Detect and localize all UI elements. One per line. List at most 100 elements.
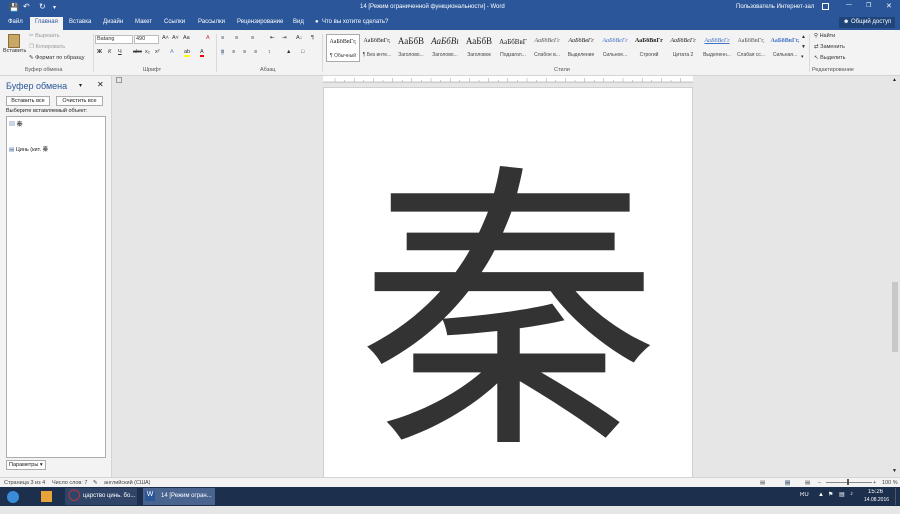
paste-all-button[interactable]: Вставить все <box>6 96 50 106</box>
tab-view[interactable]: Вид <box>293 19 304 25</box>
bullets-icon[interactable]: ≡ <box>221 35 224 41</box>
style-heading2[interactable]: АаБбВı Заголово... <box>428 34 462 62</box>
media-player-icon[interactable] <box>40 488 55 505</box>
save-icon[interactable]: 💾 <box>9 3 19 12</box>
find-button[interactable]: ⚲ Найти <box>814 33 835 39</box>
vertical-scrollbar[interactable]: ▲ ▼ <box>890 76 900 477</box>
copy-button[interactable]: ❐ Копировать <box>29 44 65 50</box>
flag-icon[interactable]: ⚑ <box>828 491 833 508</box>
replace-button[interactable]: ⇄ Заменить <box>814 44 845 50</box>
bold-icon[interactable]: Ж <box>97 49 102 55</box>
borders-icon[interactable]: □ <box>301 49 304 55</box>
clear-all-button[interactable]: Очистить все <box>56 96 103 106</box>
clear-format-icon[interactable]: A <box>206 35 210 41</box>
style-subtitle[interactable]: АаБбВвГ Подзагол... <box>496 34 530 62</box>
maximize-icon[interactable]: ❐ <box>866 2 871 9</box>
paste-button[interactable]: Вставить <box>3 34 26 62</box>
tab-file[interactable]: Файл <box>8 19 23 25</box>
minimize-icon[interactable]: — <box>846 2 852 8</box>
style-subtle-reference[interactable]: АаБбВвГг, Слабая сс... <box>734 34 768 62</box>
highlight-icon[interactable]: ab <box>184 49 191 57</box>
tab-mailings[interactable]: Рассылки <box>198 19 225 25</box>
page-count[interactable]: Страница 3 из 4 <box>4 480 45 486</box>
shrink-font-icon[interactable]: A˅ <box>172 35 179 41</box>
style-subtle-emphasis[interactable]: АаБбВеГг Слабое в... <box>530 34 564 62</box>
justify-icon[interactable]: ≡ <box>254 49 257 55</box>
zoom-out-icon[interactable]: – <box>818 480 821 486</box>
align-right-icon[interactable]: ≡ <box>243 49 246 55</box>
print-layout-icon[interactable]: ▤ <box>785 480 791 486</box>
multilevel-icon[interactable]: ≡ <box>251 35 254 41</box>
close-icon[interactable]: ✕ <box>886 2 892 10</box>
qat-dropdown-icon[interactable]: ▾ <box>53 4 56 11</box>
network-icon[interactable]: ▤ <box>839 491 845 508</box>
font-name-select[interactable]: Batang <box>95 35 133 44</box>
styles-scroll-up-icon[interactable]: ▲ <box>801 34 806 40</box>
scroll-up-icon[interactable]: ▲ <box>892 77 897 83</box>
user-name[interactable]: Пользователь Интернет-зал <box>736 4 814 10</box>
style-quote2[interactable]: АаБбВеГг Цитата 2 <box>666 34 700 62</box>
tab-references[interactable]: Ссылки <box>164 19 185 25</box>
zoom-thumb[interactable] <box>847 479 849 485</box>
grow-font-icon[interactable]: A˄ <box>162 35 169 41</box>
cut-button[interactable]: ✂ Вырезать <box>29 33 60 39</box>
horizontal-ruler[interactable] <box>323 76 693 83</box>
select-button[interactable]: ↖ Выделить <box>814 55 846 61</box>
proofing-icon[interactable]: ✎ <box>93 480 98 486</box>
subscript-icon[interactable]: x₂ <box>145 49 150 55</box>
scroll-down-icon[interactable]: ▼ <box>892 468 897 474</box>
ruler-toggle-icon[interactable] <box>116 77 122 83</box>
document-page[interactable]: 秦 <box>323 87 693 489</box>
underline-icon[interactable]: Ч <box>118 49 122 55</box>
zoom-level[interactable]: 100 % <box>882 480 898 486</box>
redo-icon[interactable]: ↻ <box>39 2 46 11</box>
style-no-spacing[interactable]: АаБбВвГг, ¶ Без инте... <box>360 34 394 62</box>
text-effects-icon[interactable]: A <box>170 49 174 55</box>
strikethrough-icon[interactable]: abc <box>133 49 142 55</box>
tray-arrow-icon[interactable]: ▲ <box>818 492 824 509</box>
pane-options-icon[interactable]: ▾ <box>79 82 82 89</box>
read-mode-icon[interactable]: ▤ <box>760 480 765 486</box>
font-color-icon[interactable]: A <box>200 49 204 57</box>
taskbar-browser[interactable]: ◯ царство цинь. бо... <box>65 488 137 505</box>
styles-scroll-down-icon[interactable]: ▼ <box>801 44 806 50</box>
language[interactable]: английский (США) <box>104 480 151 486</box>
style-normal[interactable]: АаБбВвГг, ¶ Обычный <box>326 34 360 62</box>
shading-icon[interactable]: ▲ <box>286 49 291 55</box>
volume-icon[interactable]: ♪ <box>850 491 853 508</box>
font-size-select[interactable]: 490 <box>134 35 159 44</box>
sort-icon[interactable]: A↓ <box>296 35 302 41</box>
increase-indent-icon[interactable]: ⇥ <box>282 35 287 41</box>
tab-review[interactable]: Рецензирование <box>237 19 283 25</box>
decrease-indent-icon[interactable]: ⇤ <box>270 35 275 41</box>
pane-close-icon[interactable]: ✕ <box>97 80 104 89</box>
show-desktop-button[interactable] <box>895 488 900 505</box>
style-intense-reference[interactable]: АаБбВвГг, Сильная... <box>768 34 802 62</box>
ribbon-display-icon[interactable] <box>822 3 829 10</box>
share-button[interactable]: ☻ Общий доступ <box>839 17 896 28</box>
zoom-in-icon[interactable]: + <box>873 480 876 486</box>
start-button[interactable] <box>2 488 24 505</box>
superscript-icon[interactable]: x² <box>155 49 160 55</box>
tab-design[interactable]: Дизайн <box>103 19 123 25</box>
align-center-icon[interactable]: ≡ <box>232 49 235 55</box>
pilcrow-icon[interactable]: ¶ <box>311 35 314 41</box>
numbering-icon[interactable]: ≡ <box>235 35 238 41</box>
tell-me-input[interactable]: Что вы хотите сделать? <box>322 19 388 25</box>
align-left-icon[interactable]: ≡ <box>221 49 225 55</box>
italic-icon[interactable]: К <box>108 49 111 55</box>
clipboard-item[interactable]: ▤ Цинь (кит. 秦 <box>9 145 48 153</box>
format-painter-button[interactable]: ✎ Формат по образцу <box>29 55 84 61</box>
style-strong[interactable]: АаБбВвГг Строгий <box>632 34 666 62</box>
scroll-thumb[interactable] <box>892 282 898 352</box>
style-heading1[interactable]: АаБбВ Заголово... <box>394 34 428 62</box>
input-language[interactable]: RU <box>800 492 809 509</box>
style-intense-emphasis[interactable]: АаБбВеГг Сильное... <box>598 34 632 62</box>
style-title[interactable]: АаБбВ Заголовок <box>462 34 496 62</box>
styles-more-icon[interactable]: ▾ <box>801 54 804 60</box>
line-spacing-icon[interactable]: ↕ <box>268 49 271 55</box>
tab-layout[interactable]: Макет <box>135 19 152 25</box>
style-emphasis[interactable]: АаБбВвГг Выделение <box>564 34 598 62</box>
zoom-slider[interactable] <box>826 482 872 483</box>
taskbar-word[interactable]: W 14 [Режим огран... <box>143 488 215 505</box>
